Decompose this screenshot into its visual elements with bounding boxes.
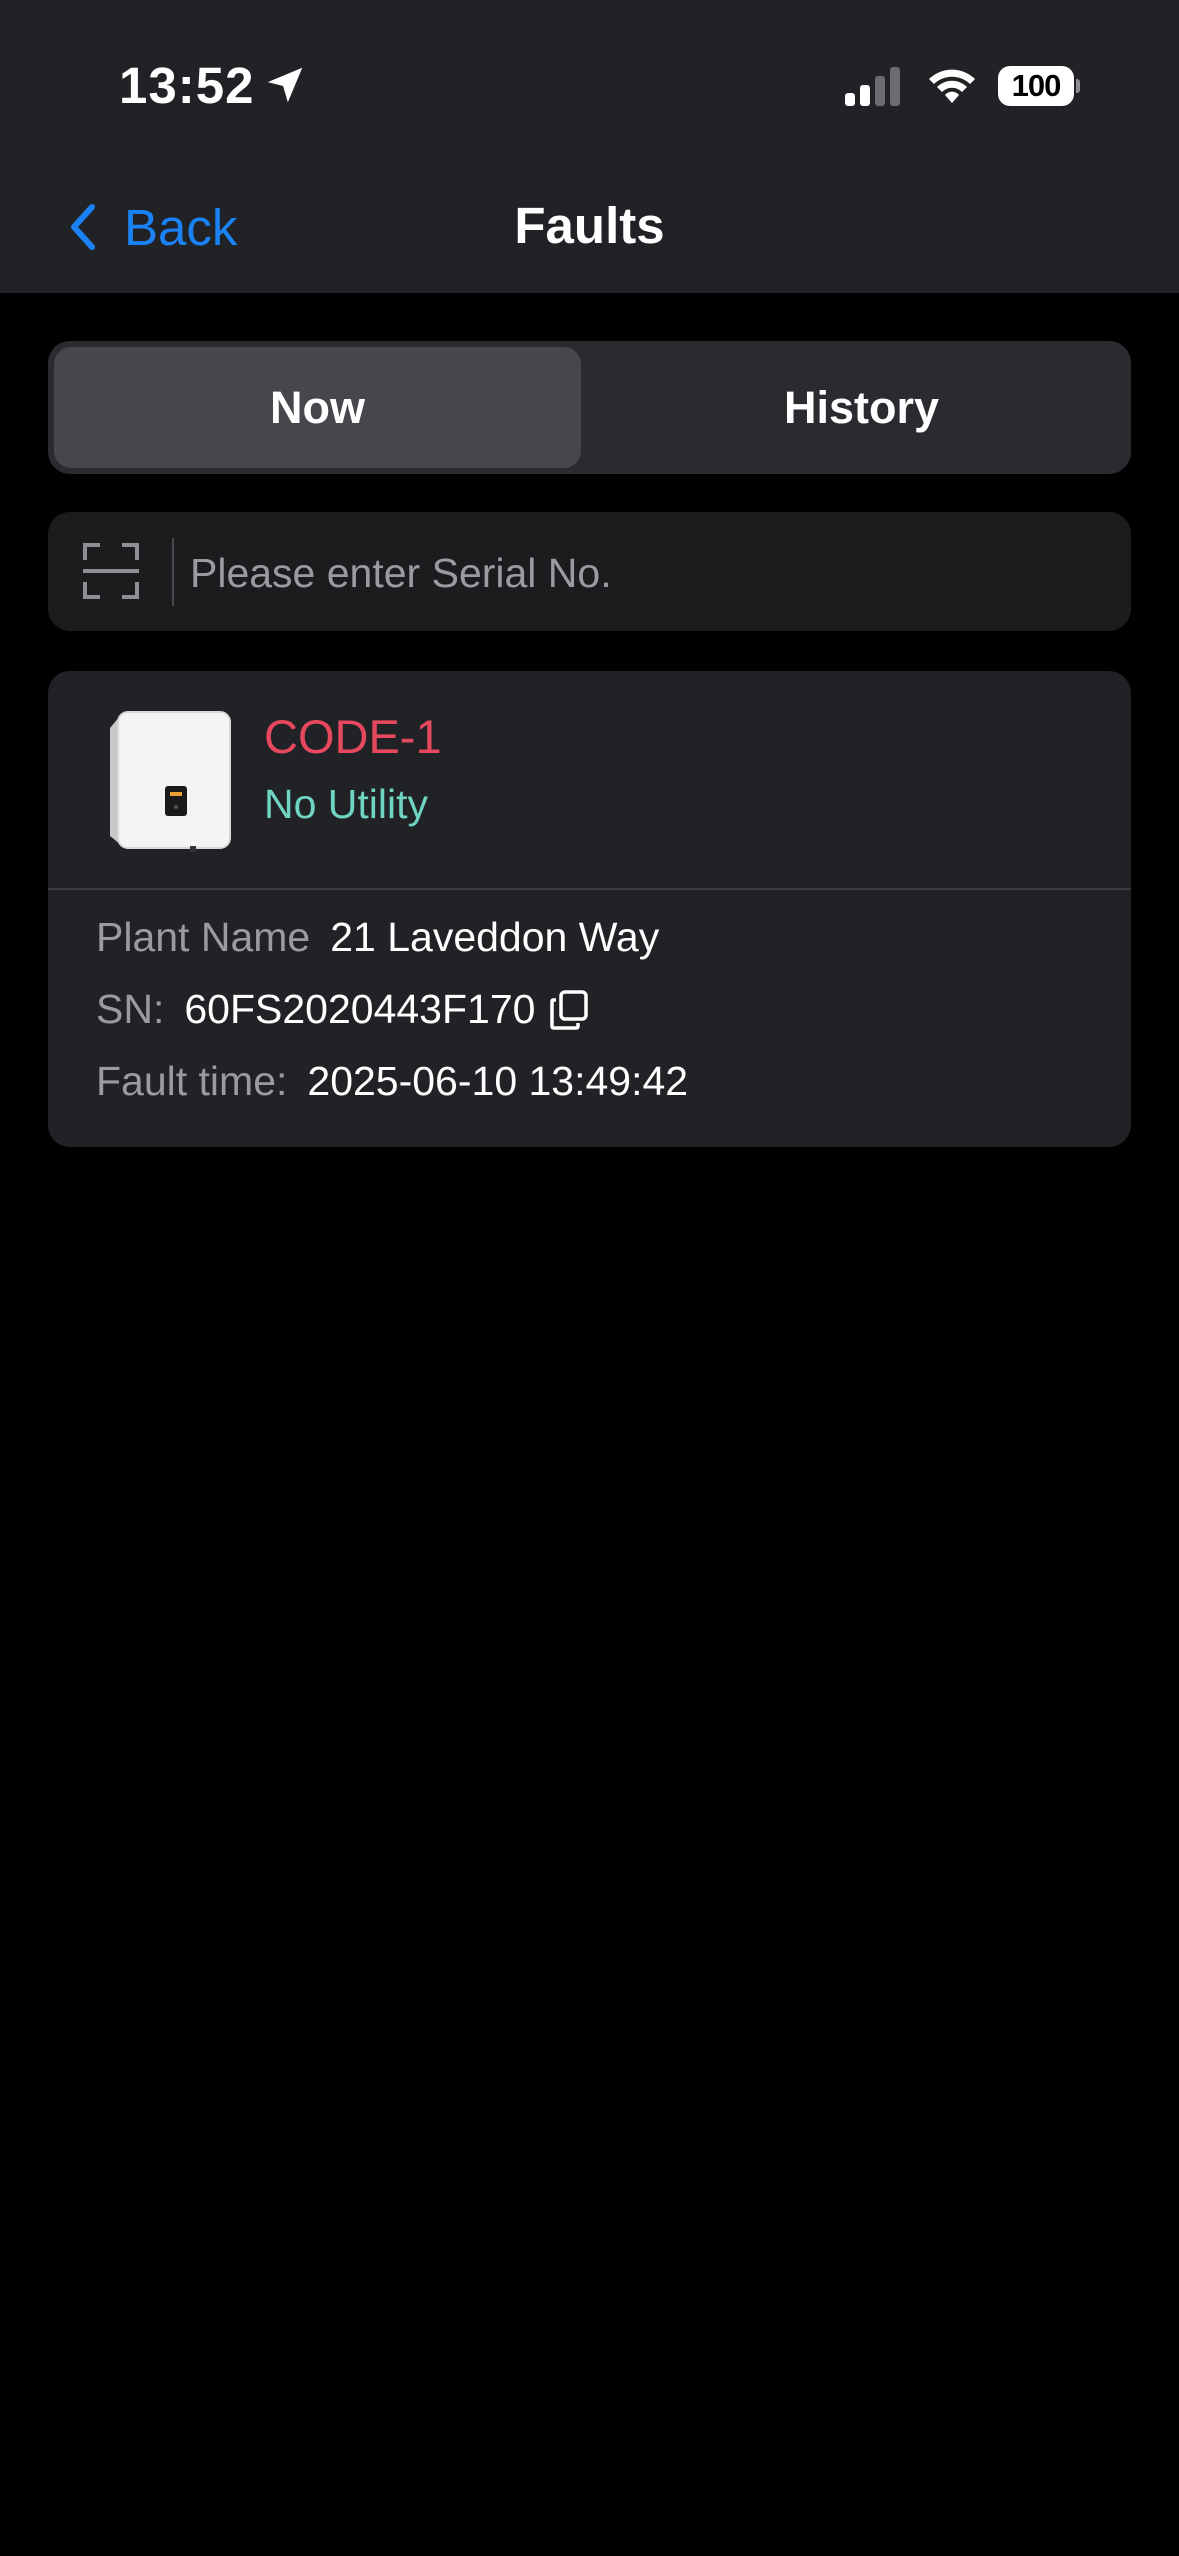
battery-cap <box>1076 79 1080 93</box>
battery-level: 100 <box>998 66 1074 106</box>
header: 13:52 100 Back Faults <box>0 0 1179 293</box>
serial-number-label: SN: <box>96 986 165 1032</box>
battery-icon: 100 <box>998 66 1080 106</box>
serial-number-value: 60FS2020443F170 <box>184 986 536 1032</box>
fault-code: CODE-1 <box>264 710 442 763</box>
scan-icon[interactable] <box>82 542 140 600</box>
plant-name-label: Plant Name <box>96 914 311 960</box>
tab-bar: Now History <box>48 341 1131 474</box>
fault-time-label: Fault time: <box>96 1058 288 1104</box>
inverter-device-icon <box>110 711 231 852</box>
page-title: Faults <box>514 197 665 254</box>
plant-name-row: Plant Name 21 Laveddon Way <box>96 914 659 961</box>
cellular-signal-icon <box>845 67 900 106</box>
copy-icon[interactable] <box>549 989 589 1031</box>
fault-card[interactable]: CODE-1 No Utility Plant Name 21 Laveddon… <box>48 671 1131 1147</box>
status-time: 13:52 <box>119 57 255 114</box>
fault-name: No Utility <box>264 781 429 827</box>
location-arrow-icon <box>267 67 303 103</box>
tab-history[interactable]: History <box>598 347 1125 468</box>
fault-time-row: Fault time: 2025-06-10 13:49:42 <box>96 1058 688 1105</box>
serial-number-row: SN: 60FS2020443F170 <box>96 986 589 1033</box>
fault-time-value: 2025-06-10 13:49:42 <box>307 1058 689 1104</box>
card-divider <box>48 888 1131 890</box>
search-box <box>48 512 1131 631</box>
tab-now[interactable]: Now <box>54 347 581 468</box>
search-divider <box>172 538 174 606</box>
serial-search-input[interactable] <box>188 532 1092 614</box>
wifi-icon <box>929 69 975 103</box>
plant-name-value: 21 Laveddon Way <box>330 914 660 960</box>
